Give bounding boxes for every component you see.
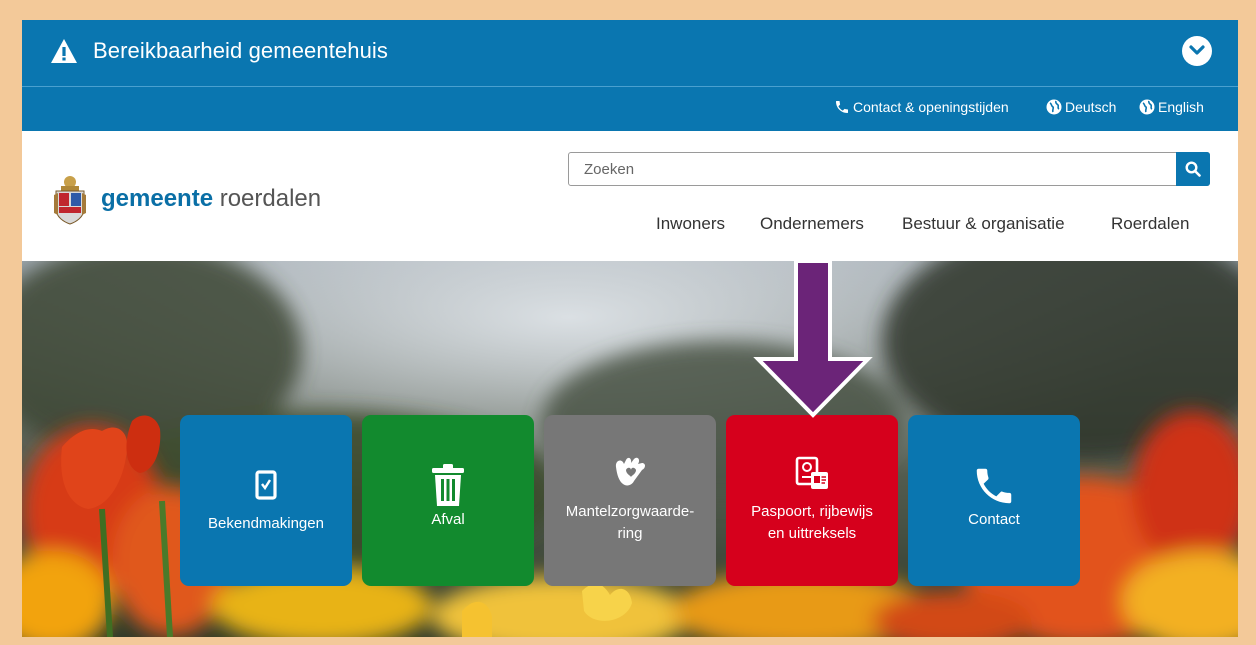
trash-can-icon — [362, 463, 534, 507]
passport-id-icon — [726, 455, 898, 491]
tile-afval[interactable]: Afval — [362, 415, 534, 586]
link-label: Contact & openingstijden — [853, 99, 1009, 115]
tile-paspoort-rijbewijs-uittreksels[interactable]: Paspoort, rijbewijs en uittreksels — [726, 415, 898, 586]
link-label: Deutsch — [1065, 99, 1117, 115]
tile-label: Paspoort, rijbewijs en uittreksels — [751, 503, 873, 542]
nav-inwoners[interactable]: Inwoners — [656, 214, 725, 234]
site-header: gemeente roerdalen Inwoners Ondernemers … — [22, 131, 1238, 261]
site-logo[interactable]: gemeente roerdalen — [101, 185, 321, 213]
alert-bar[interactable]: Bereikbaarheid gemeentehuis — [22, 20, 1238, 86]
warning-triangle-icon — [50, 38, 78, 64]
logo-part-1: gemeente — [101, 185, 214, 212]
phone-icon — [908, 463, 1080, 509]
caring-hands-icon — [544, 455, 716, 489]
page-frame: Bereikbaarheid gemeentehuis Contact & op… — [0, 0, 1256, 645]
link-label: English — [1158, 99, 1204, 115]
search-box — [568, 152, 1210, 186]
tile-label: Mantelzorgwaarde- ring — [565, 503, 695, 542]
nav-ondernemers[interactable]: Ondernemers — [760, 214, 864, 234]
nav-roerdalen[interactable]: Roerdalen — [1111, 214, 1189, 234]
chevron-down-icon[interactable] — [1182, 36, 1212, 66]
phone-icon — [834, 99, 850, 115]
document-check-icon — [180, 470, 352, 500]
hero-banner: Bekendmakingen Afval Mantelzorgwaarde- r… — [22, 261, 1238, 637]
tile-mantelzorgwaardering[interactable]: Mantelzorgwaarde- ring — [544, 415, 716, 586]
search-icon — [1185, 161, 1201, 177]
tile-label: Bekendmakingen — [208, 515, 324, 532]
tile-contact[interactable]: Contact — [908, 415, 1080, 586]
utility-bar: Contact & openingstijden Deutsch English — [22, 87, 1238, 131]
coat-of-arms-icon[interactable] — [52, 175, 88, 230]
deutsch-link[interactable]: Deutsch — [1046, 99, 1116, 115]
search-input[interactable] — [569, 153, 1184, 185]
logo-part-2: roerdalen — [219, 185, 322, 212]
website: Bereikbaarheid gemeentehuis Contact & op… — [22, 20, 1238, 637]
contact-openingstijden-link[interactable]: Contact & openingstijden — [834, 99, 1009, 115]
tile-label: Afval — [431, 511, 465, 528]
search-button[interactable] — [1176, 152, 1210, 186]
tile-label: Contact — [968, 511, 1020, 528]
english-link[interactable]: English — [1139, 99, 1204, 115]
tile-bekendmakingen[interactable]: Bekendmakingen — [180, 415, 352, 586]
globe-icon — [1046, 99, 1062, 115]
globe-icon — [1139, 99, 1155, 115]
alert-title: Bereikbaarheid gemeentehuis — [93, 38, 389, 63]
annotation-arrow — [753, 261, 873, 418]
nav-bestuur-organisatie[interactable]: Bestuur & organisatie — [902, 214, 1065, 234]
